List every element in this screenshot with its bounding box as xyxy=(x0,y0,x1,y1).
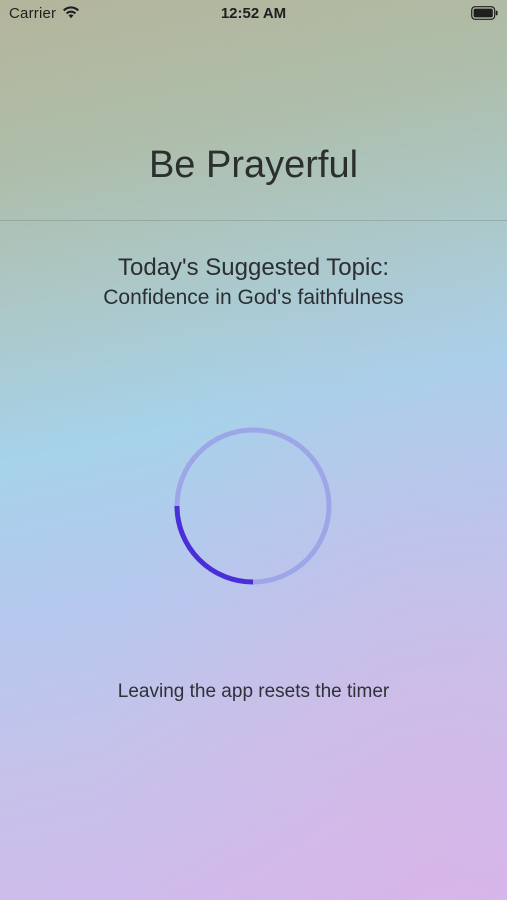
status-bar: Carrier 12:52 AM xyxy=(0,0,507,28)
timer-reset-note: Leaving the app resets the timer xyxy=(117,681,390,702)
screen-background: Carrier 12:52 AM Be Prayerful Today's Su… xyxy=(0,0,507,900)
battery-icon xyxy=(471,6,498,20)
topic-text: Confidence in God's faithfulness xyxy=(103,286,404,309)
header-divider xyxy=(0,220,507,221)
page-title: Be Prayerful xyxy=(148,144,359,186)
topic-heading: Today's Suggested Topic: xyxy=(118,254,389,281)
status-time: 12:52 AM xyxy=(220,5,287,22)
prayer-timer-ring xyxy=(174,427,332,585)
